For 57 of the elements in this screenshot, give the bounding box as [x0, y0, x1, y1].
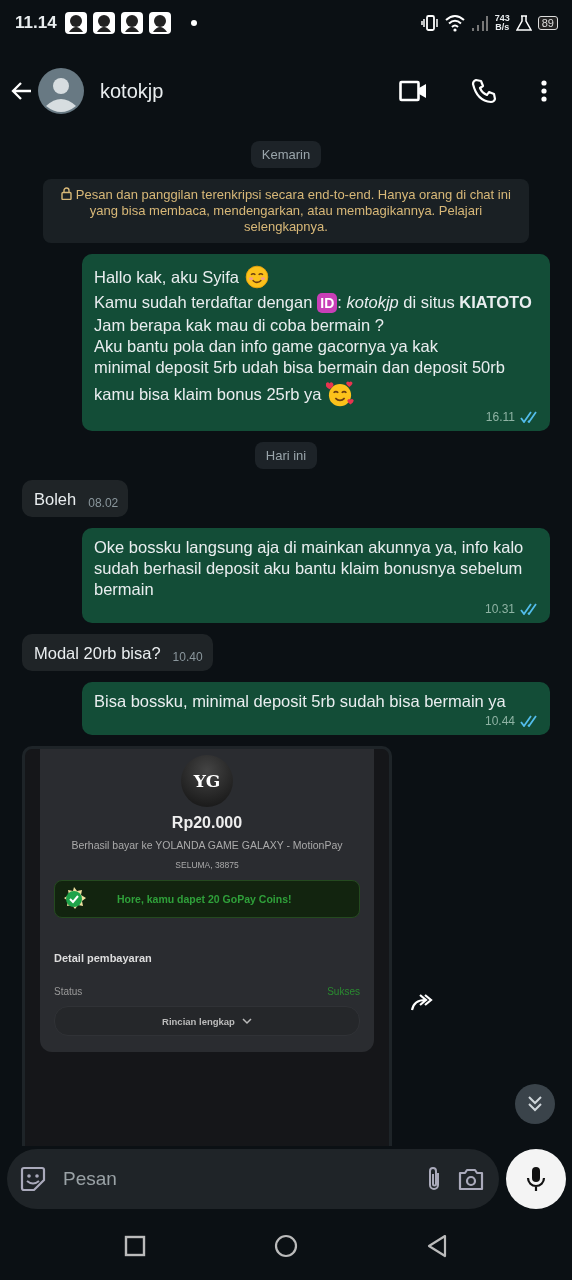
- message-field[interactable]: Pesan: [7, 1149, 499, 1209]
- contact-name[interactable]: kotokjp: [100, 79, 164, 103]
- recents-button[interactable]: [124, 1235, 146, 1257]
- message-text: Hallo kak, aku Syifa: [94, 266, 239, 288]
- home-button[interactable]: [274, 1234, 298, 1258]
- date-label: Hari ini: [254, 442, 318, 469]
- message-input[interactable]: Pesan: [61, 1167, 411, 1191]
- message-time: 10.40: [172, 650, 203, 664]
- smiling-face-icon: [243, 264, 270, 290]
- message-time: 10.44: [484, 714, 515, 728]
- reward-text: Hore, kamu dapet 20 GoPay Coins!: [117, 893, 292, 905]
- vibrate-icon: [420, 14, 439, 32]
- message-text: Kamu sudah terdaftar dengan: [94, 292, 313, 313]
- clock-time: 11.14: [15, 13, 57, 33]
- message-text: Boleh: [34, 489, 77, 510]
- video-call-icon[interactable]: [399, 80, 427, 102]
- payment-amount: Rp20.000: [171, 814, 243, 832]
- sticker-icon[interactable]: [19, 1165, 47, 1193]
- id-badge: ID: [317, 292, 338, 313]
- message-time: 10.31: [484, 602, 515, 616]
- camera-icon[interactable]: [457, 1167, 485, 1191]
- section-title: Detail pembayaran: [54, 952, 152, 964]
- avatar[interactable]: [38, 68, 84, 114]
- message-text: Jam berapa kak mau di coba bermain ? Aku bantu pola dan info game gacornya ya kak minimal deposit 5rb udah bisa bermain dan deposit 50rb: [94, 315, 505, 378]
- message-text: kamu bisa klaim bonus 25rb ya: [94, 383, 322, 405]
- scroll-down-button[interactable]: [515, 1084, 555, 1124]
- message-text: Oke bossku langsung aja di mainkan akunnya ya, info kalo sudah berhasil deposit aku bantu klaim bonusnya sebelum bermain: [94, 537, 525, 600]
- encryption-text: Pesan dan panggilan terenkripsi secara end-to-end. Hanya orang di chat ini yang bisa membaca, mendengarkan, atau membagikannya. Pelajari selengkapnya.: [57, 187, 515, 235]
- status-label: Status: [54, 986, 83, 997]
- notification-icon: [92, 12, 115, 34]
- phone-icon[interactable]: [471, 78, 497, 104]
- back-button[interactable]: [426, 1234, 448, 1258]
- signal-icon: [470, 14, 489, 32]
- message-text: : kotokjp di situs KIATOTO: [337, 292, 532, 313]
- battery-indicator: 89: [537, 16, 558, 30]
- message-time: 16.11: [485, 410, 515, 424]
- network-speed: 743: [494, 14, 510, 23]
- hearts-face-icon: [326, 380, 355, 408]
- dot-icon: [190, 20, 197, 26]
- notification-icon: [148, 12, 171, 34]
- flask-icon: [515, 14, 532, 32]
- date-label: Kemarin: [250, 141, 322, 168]
- wifi-icon: [444, 14, 465, 32]
- message-text: Bisa bossku, minimal deposit 5rb sudah bisa bermain ya: [94, 691, 506, 712]
- merchant-logo: YG: [181, 755, 233, 807]
- status-value: Sukses: [327, 986, 360, 997]
- speed-unit: B/s: [495, 23, 510, 32]
- lock-icon: [61, 187, 73, 200]
- merchant-location: SELUMA, 38875: [175, 860, 239, 870]
- notification-icon: [64, 12, 87, 34]
- microphone-button[interactable]: [506, 1149, 566, 1209]
- notification-icon: [120, 12, 143, 34]
- merchant-text: Berhasil bayar ke YOLANDA GAME GALAXY - MotionPay: [71, 839, 343, 851]
- message-time: 08.02: [88, 496, 119, 510]
- message-text: Modal 20rb bisa?: [34, 643, 161, 664]
- menu-icon[interactable]: [541, 80, 547, 102]
- chevron-down-icon: [241, 1017, 252, 1025]
